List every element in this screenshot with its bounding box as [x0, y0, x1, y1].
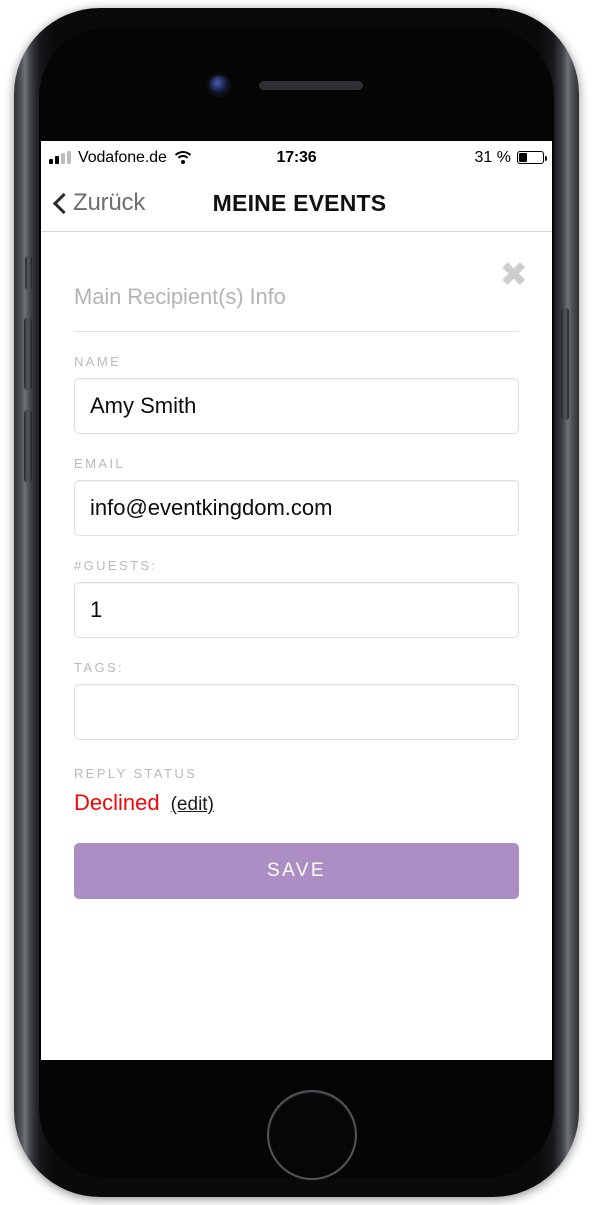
field-name: NAME [74, 354, 519, 434]
status-bar: Vodafone.de 17:36 31 % [41, 141, 552, 174]
status-bar-right: 31 % [474, 141, 547, 174]
email-input[interactable] [74, 480, 519, 536]
close-icon[interactable]: ✖ [500, 258, 529, 292]
field-email: EMAIL [74, 456, 519, 536]
power-button[interactable] [561, 308, 569, 420]
field-label-tags: TAGS: [74, 660, 125, 675]
front-camera-icon [210, 76, 228, 94]
battery-icon [517, 151, 547, 164]
field-label-name: NAME [74, 354, 122, 369]
field-tags: TAGS: [74, 660, 519, 740]
reply-status-block: REPLY STATUS Declined (edit) [74, 766, 519, 816]
page-title: MEINE EVENTS [212, 189, 387, 216]
battery-percent-label: 31 % [474, 148, 511, 166]
home-button-icon[interactable] [267, 1090, 357, 1180]
content-area: ✖ Main Recipient(s) Info NAME EMAIL #GUE… [41, 232, 552, 1060]
reply-status-label: REPLY STATUS [74, 766, 198, 781]
section-divider [74, 331, 519, 332]
reply-status-row: Declined (edit) [74, 790, 519, 816]
tags-input[interactable] [74, 684, 519, 740]
name-input[interactable] [74, 378, 519, 434]
screenshot-root: Vodafone.de 17:36 31 % Zurück MEINE EVEN… [0, 0, 593, 1205]
earpiece-speaker-icon [259, 81, 363, 90]
save-button[interactable]: SAVE [74, 843, 519, 899]
volume-down-button[interactable] [24, 410, 32, 482]
edit-status-link[interactable]: (edit) [171, 794, 214, 816]
field-guests: #GUESTS: [74, 558, 519, 638]
battery-fill [519, 153, 528, 162]
volume-up-button[interactable] [24, 318, 32, 390]
phone-screen: Vodafone.de 17:36 31 % Zurück MEINE EVEN… [41, 141, 552, 1060]
field-label-guests: #GUESTS: [74, 558, 158, 573]
silent-switch[interactable] [25, 256, 32, 290]
navigation-bar: Zurück MEINE EVENTS [41, 174, 552, 232]
section-title: Main Recipient(s) Info [74, 284, 286, 309]
recipient-info-card: ✖ Main Recipient(s) Info NAME EMAIL #GUE… [41, 232, 552, 1060]
field-label-email: EMAIL [74, 456, 126, 471]
status-badge: Declined [74, 790, 160, 815]
guests-input[interactable] [74, 582, 519, 638]
